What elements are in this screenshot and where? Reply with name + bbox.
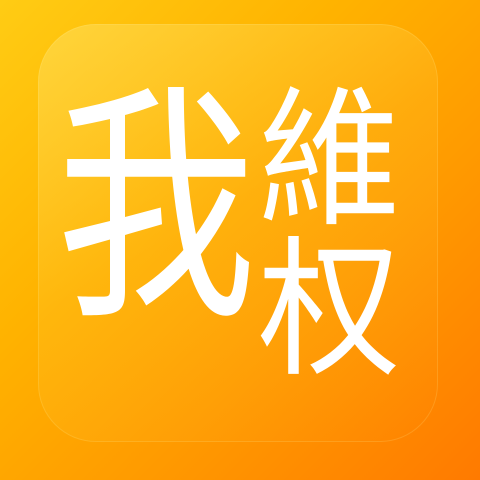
logo-char-wo: 我 [56, 63, 256, 354]
app-icon[interactable]: 我 維 权 [0, 0, 480, 480]
logo-char-quan: 权 [258, 224, 401, 398]
logo-char-wei: 維 [258, 74, 401, 248]
